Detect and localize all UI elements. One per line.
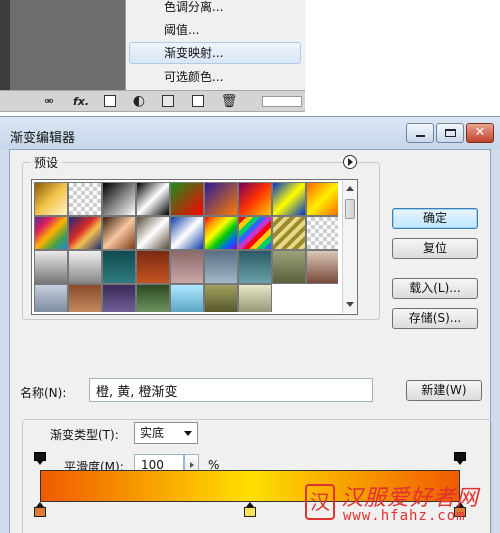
gradient-type-select[interactable]: 实底: [134, 422, 198, 444]
maximize-icon: [445, 129, 456, 137]
ok-button[interactable]: 确定: [392, 208, 478, 229]
reset-button[interactable]: 复位: [392, 238, 478, 259]
close-icon: ✕: [474, 125, 486, 140]
menu-item-selective-color[interactable]: 可选颜色...: [129, 66, 301, 88]
load-button[interactable]: 载入(L)...: [392, 278, 478, 299]
preset-swatch[interactable]: [238, 216, 272, 250]
preset-swatch[interactable]: [238, 284, 272, 312]
preset-swatch[interactable]: [102, 182, 136, 216]
preset-scrollbar[interactable]: [342, 181, 357, 313]
preset-swatch[interactable]: [238, 250, 272, 284]
preset-swatch[interactable]: [34, 216, 68, 250]
presets-label: 预设: [30, 154, 63, 171]
presets-menu-button[interactable]: [343, 155, 357, 169]
preset-swatch[interactable]: [272, 182, 306, 216]
fx-icon[interactable]: fx.: [70, 94, 92, 109]
preset-swatch-list: [31, 179, 358, 315]
background-panel-dark: [0, 0, 10, 90]
preset-swatch[interactable]: [136, 182, 170, 216]
preset-swatch[interactable]: [68, 182, 102, 216]
maximize-button[interactable]: [436, 123, 464, 143]
name-label: 名称(N):: [20, 386, 67, 400]
layers-panel-toolbar: ⚮ fx. ◐ 🗑: [0, 90, 305, 112]
preset-swatch[interactable]: [204, 182, 238, 216]
preset-swatch[interactable]: [136, 250, 170, 284]
trash-icon[interactable]: 🗑: [220, 94, 238, 109]
new-layer-icon[interactable]: [192, 95, 204, 107]
opacity-stop[interactable]: [454, 452, 466, 465]
preset-swatch[interactable]: [68, 284, 102, 312]
dialog-title-bar[interactable]: 渐变编辑器 ✕: [0, 117, 500, 149]
gradient-type-value: 实底: [140, 426, 165, 440]
adjustment-context-menu: 色调分离... 阈值... 渐变映射... 可选颜色...: [125, 0, 305, 92]
preset-swatch[interactable]: [102, 284, 136, 312]
chevron-down-icon: [184, 431, 192, 436]
color-stop[interactable]: [34, 502, 47, 517]
preset-swatch[interactable]: [204, 284, 238, 312]
preset-swatch[interactable]: [204, 216, 238, 250]
watermark-url: www.hfahz.com: [343, 508, 466, 524]
group-icon[interactable]: [162, 95, 174, 107]
scrollbar-thumb[interactable]: [345, 199, 355, 219]
chevron-right-icon: [190, 462, 194, 468]
play-arrow-icon: [348, 158, 353, 166]
menu-item-threshold[interactable]: 阈值...: [129, 19, 301, 41]
mask-icon[interactable]: [104, 95, 116, 107]
context-menu-area: 色调分离... 阈值... 渐变映射... 可选颜色... ⚮ fx. ◐ 🗑: [0, 0, 305, 112]
scroll-up-arrow-icon[interactable]: [346, 186, 354, 191]
minimize-button[interactable]: [406, 123, 434, 143]
preset-swatch[interactable]: [34, 284, 68, 312]
preset-swatch[interactable]: [68, 250, 102, 284]
link-icon[interactable]: ⚮: [38, 94, 60, 109]
watermark: 汉 汉服爱好者网 www.hfahz.com: [305, 478, 495, 528]
preset-swatch[interactable]: [272, 250, 306, 284]
dialog-title: 渐变编辑器: [10, 131, 76, 146]
background-panel-gray: [10, 0, 125, 90]
new-gradient-button[interactable]: 新建(W): [406, 380, 482, 401]
preset-swatch[interactable]: [306, 182, 338, 216]
gradient-type-label: 渐变类型(T):: [47, 426, 122, 443]
preset-swatch[interactable]: [204, 250, 238, 284]
preset-swatch[interactable]: [136, 284, 170, 312]
preset-swatch[interactable]: [102, 216, 136, 250]
menu-item-posterize[interactable]: 色调分离...: [129, 0, 301, 18]
preset-swatch[interactable]: [272, 216, 306, 250]
minimize-icon: [416, 135, 425, 137]
preset-swatch[interactable]: [68, 216, 102, 250]
menu-item-gradient-map[interactable]: 渐变映射...: [129, 42, 301, 64]
preset-swatch[interactable]: [170, 182, 204, 216]
adjustment-layer-icon[interactable]: ◐: [130, 94, 148, 109]
save-button[interactable]: 存储(S)...: [392, 308, 478, 329]
preset-swatch[interactable]: [170, 216, 204, 250]
scroll-down-arrow-icon[interactable]: [346, 302, 354, 307]
preset-swatch[interactable]: [170, 284, 204, 312]
preset-swatch[interactable]: [34, 250, 68, 284]
preset-swatch[interactable]: [170, 250, 204, 284]
watermark-seal: 汉: [305, 484, 335, 520]
preset-swatch-grid: [34, 182, 338, 312]
opacity-stop[interactable]: [34, 452, 46, 465]
preset-swatch[interactable]: [102, 250, 136, 284]
layers-panel-resize-area: [262, 96, 302, 107]
gradient-name-input[interactable]: [89, 378, 373, 402]
preset-swatch[interactable]: [136, 216, 170, 250]
preset-swatch[interactable]: [306, 250, 338, 284]
color-stop[interactable]: [244, 502, 257, 517]
preset-swatch[interactable]: [306, 216, 338, 250]
preset-swatch[interactable]: [238, 182, 272, 216]
preset-swatch[interactable]: [34, 182, 68, 216]
close-button[interactable]: ✕: [466, 123, 494, 143]
